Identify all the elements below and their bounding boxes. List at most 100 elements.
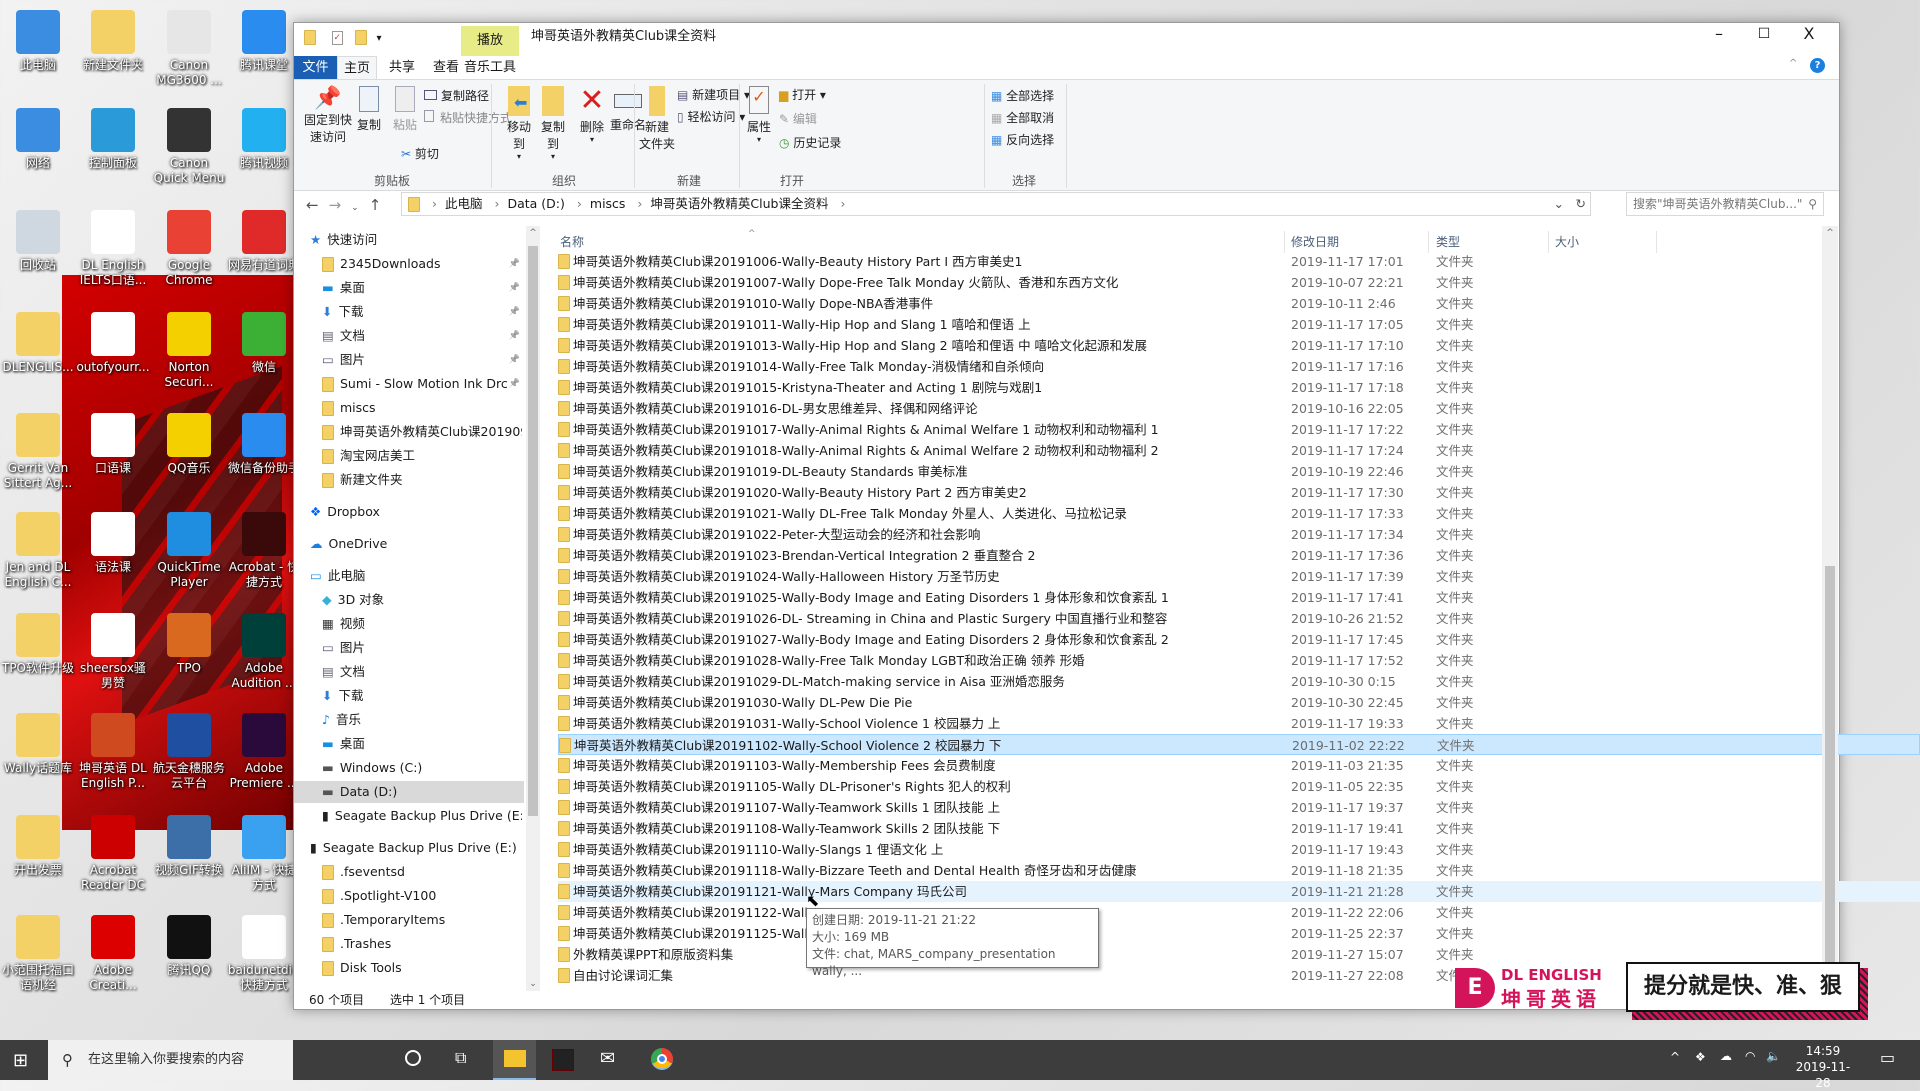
nav-scrollbar-thumb[interactable] xyxy=(528,246,538,816)
column-header-type[interactable]: 类型 xyxy=(1436,231,1460,253)
nav-item[interactable]: Sumi - Slow Motion Ink Drc 📌 xyxy=(322,373,522,395)
desktop-icon[interactable]: Acrobat - 快捷方式 xyxy=(227,512,301,590)
open-button[interactable]: ▆ 打开 ▾ xyxy=(779,86,826,103)
file-row[interactable]: 坤哥英语外教精英Club课20191007-Wally Dope-Free Ta… xyxy=(558,272,1920,293)
file-row[interactable]: 坤哥英语外教精英Club课20191018-Wally-Animal Right… xyxy=(558,440,1920,461)
nav-item[interactable]: ▭ 图片 xyxy=(322,637,522,659)
desktop-icon[interactable]: AliIM - 快捷方式 xyxy=(227,815,301,893)
desktop-icon[interactable]: Adobe Creati... xyxy=(76,915,150,993)
file-row[interactable]: 坤哥英语外教精英Club课20191102-Wally-School Viole… xyxy=(558,734,1920,755)
column-header-size[interactable]: 大小 xyxy=(1555,231,1579,253)
address-bar[interactable]: › 此电脑 › Data (D:) › miscs › 坤哥英语外教精英Club课全资料… xyxy=(401,192,1591,216)
desktop-icon[interactable]: sheersox骚男赞 xyxy=(76,613,150,691)
taskbar-file-explorer[interactable] xyxy=(493,1040,536,1080)
nav-item[interactable]: 新建文件夹 xyxy=(322,469,522,491)
desktop-icon[interactable]: baidunetdi - 快捷方式 xyxy=(227,915,301,993)
pin-quick-access-button[interactable]: 📌 固定到快 速访问 xyxy=(304,86,352,145)
nav-item[interactable]: .fseventsd xyxy=(322,861,522,883)
breadcrumb-data-d[interactable]: Data (D:) xyxy=(507,196,564,211)
file-row[interactable]: 坤哥英语外教精英Club课20191122-Wally 2019-11-22 22… xyxy=(558,902,1920,923)
action-center-icon[interactable]: ▭ xyxy=(1880,1048,1895,1067)
collapse-ribbon-icon[interactable]: ^ xyxy=(1789,58,1797,69)
nav-item[interactable]: ♪ 音乐 xyxy=(322,709,522,731)
file-row[interactable]: 坤哥英语外教精英Club课20191016-DL-男女思维差异、择偶和网络评论 2… xyxy=(558,398,1920,419)
desktop-icon[interactable]: 坤哥英语 DL English P... xyxy=(76,713,150,791)
show-hidden-icons[interactable]: ^ xyxy=(1670,1050,1680,1064)
taskbar-app-icon[interactable] xyxy=(552,1049,574,1071)
file-row[interactable]: 坤哥英语外教精英Club课20191125-Wally 2019-11-25 22… xyxy=(558,923,1920,944)
file-row[interactable]: 坤哥英语外教精英Club课20191118-Wally-Bizzare Teet… xyxy=(558,860,1920,881)
quick-access-toolbar[interactable]: ✓ ▾ xyxy=(304,30,382,45)
nav-item[interactable]: ▮ Seagate Backup Plus Drive (E:) xyxy=(322,805,522,827)
nav-scrollbar[interactable]: ^ ⌄ xyxy=(526,226,540,991)
onedrive-tray-icon[interactable]: ☁ xyxy=(1720,1049,1732,1063)
nav-item[interactable]: ▤ 文档 📌 xyxy=(322,325,522,347)
file-row[interactable]: 坤哥英语外教精英Club课20191022-Peter-大型运动会的经济和社会影… xyxy=(558,524,1920,545)
file-row[interactable]: 坤哥英语外教精英Club课20191108-Wally-Teamwork Ski… xyxy=(558,818,1920,839)
pin-icon[interactable]: 📌 xyxy=(509,277,520,299)
nav-item[interactable]: ▬ 桌面 xyxy=(322,733,522,755)
desktop-icon[interactable]: DLENGLIS... xyxy=(1,312,75,375)
file-row[interactable]: 坤哥英语外教精英Club课20191107-Wally-Teamwork Ski… xyxy=(558,797,1920,818)
recent-dropdown-icon[interactable]: ⌄ xyxy=(351,203,369,213)
pin-icon[interactable]: 📌 xyxy=(509,253,520,275)
desktop-icon[interactable]: Adobe Audition ... xyxy=(227,613,301,691)
file-row[interactable]: 坤哥英语外教精英Club课20191014-Wally-Free Talk Mo… xyxy=(558,356,1920,377)
paste-shortcut-button[interactable]: 粘贴快捷方式 xyxy=(424,109,512,126)
desktop-icon[interactable]: Gerrit Van Sittert Ag... xyxy=(1,413,75,491)
nav-item[interactable]: .Spotlight-V100 xyxy=(322,885,522,907)
desktop-icon[interactable]: Acrobat Reader DC xyxy=(76,815,150,893)
taskbar-chrome-icon[interactable] xyxy=(651,1048,673,1070)
new-folder-icon[interactable] xyxy=(354,30,367,45)
file-row[interactable]: 坤哥英语外教精英Club课20191031-Wally-School Viole… xyxy=(558,713,1920,734)
up-arrow-icon[interactable]: ↑ xyxy=(369,196,392,214)
nav-item[interactable]: .TemporaryItems xyxy=(322,909,522,931)
new-folder-button[interactable]: 新建 文件夹 xyxy=(639,86,675,152)
pin-icon[interactable]: 📌 xyxy=(509,301,520,323)
clock[interactable]: 14:59 2019-11-28 xyxy=(1792,1043,1854,1091)
file-row[interactable]: 坤哥英语外教精英Club课20191025-Wally-Body Image a… xyxy=(558,587,1920,608)
nav-item[interactable]: ▭ 此电脑 xyxy=(310,565,526,587)
desktop-icon[interactable]: QuickTime Player xyxy=(152,512,226,590)
file-row[interactable]: 坤哥英语外教精英Club课20191110-Wally-Slangs 1 俚语文… xyxy=(558,839,1920,860)
nav-item[interactable]: ☁ OneDrive xyxy=(310,533,526,555)
address-dropdown-icon[interactable]: ⌄ xyxy=(1554,193,1564,215)
file-row[interactable]: 坤哥英语外教精英Club课20191105-Wally DL-Prisoner'… xyxy=(558,776,1920,797)
desktop-icon[interactable]: 新建文件夹 xyxy=(76,10,150,73)
nav-item[interactable]: .Trashes xyxy=(322,933,522,955)
invert-selection-button[interactable]: ▦ 反向选择 xyxy=(991,131,1054,148)
nav-item[interactable]: ▬ Windows (C:) xyxy=(322,757,522,779)
move-to-button[interactable]: ⬅ 移动到 ▾ xyxy=(502,86,536,161)
list-scrollbar[interactable]: ^ xyxy=(1822,226,1838,991)
nav-item[interactable]: miscs xyxy=(322,397,522,419)
desktop-icon[interactable]: Canon Quick Menu xyxy=(152,108,226,186)
nav-item[interactable]: ❖ Dropbox xyxy=(310,501,526,523)
select-none-button[interactable]: ▦ 全部取消 xyxy=(991,109,1054,126)
copy-path-button[interactable]: 复制路径 xyxy=(424,87,489,104)
desktop-icon[interactable]: Google Chrome xyxy=(152,210,226,288)
nav-item[interactable]: ★ 快速访问 xyxy=(310,229,526,251)
file-row[interactable]: 坤哥英语外教精英Club课20191023-Brendan-Vertical I… xyxy=(558,545,1920,566)
properties-button[interactable]: ✓ 属性 ▾ xyxy=(744,86,774,144)
desktop-icon[interactable]: TPO软件升级 xyxy=(1,613,75,676)
task-view-icon[interactable]: ⧉ xyxy=(455,1048,466,1068)
nav-item[interactable]: 2345Downloads 📌 xyxy=(322,253,522,275)
file-row[interactable]: 坤哥英语外教精英Club课20191030-Wally DL-Pew Die P… xyxy=(558,692,1920,713)
file-row[interactable]: 坤哥英语外教精英Club课20191017-Wally-Animal Right… xyxy=(558,419,1920,440)
file-row[interactable]: 坤哥英语外教精英Club课20191006-Wally-Beauty Histo… xyxy=(558,251,1920,272)
tab-share[interactable]: 共享 xyxy=(382,56,422,79)
tab-home[interactable]: 主页 xyxy=(337,56,377,79)
nav-item[interactable]: ⬇ 下载 📌 xyxy=(322,301,522,323)
tab-file[interactable]: 文件 xyxy=(294,56,337,79)
nav-item[interactable]: ▤ 文档 xyxy=(322,661,522,683)
file-row[interactable]: 坤哥英语外教精英Club课20191011-Wally-Hip Hop and … xyxy=(558,314,1920,335)
refresh-icon[interactable]: ↻ xyxy=(1576,193,1586,215)
nav-item[interactable]: 坤哥英语外教精英Club课201909 xyxy=(322,421,522,443)
desktop-icon[interactable]: DL English IELTS口语... xyxy=(76,210,150,288)
close-button[interactable]: X xyxy=(1794,23,1824,45)
desktop-icon[interactable]: 腾讯视频 xyxy=(227,108,301,171)
pin-icon[interactable]: 📌 xyxy=(509,373,520,395)
pin-icon[interactable]: 📌 xyxy=(509,349,520,371)
nav-item[interactable]: ◆ 3D 对象 xyxy=(322,589,522,611)
edit-button[interactable]: ✎ 编辑 xyxy=(779,110,817,127)
